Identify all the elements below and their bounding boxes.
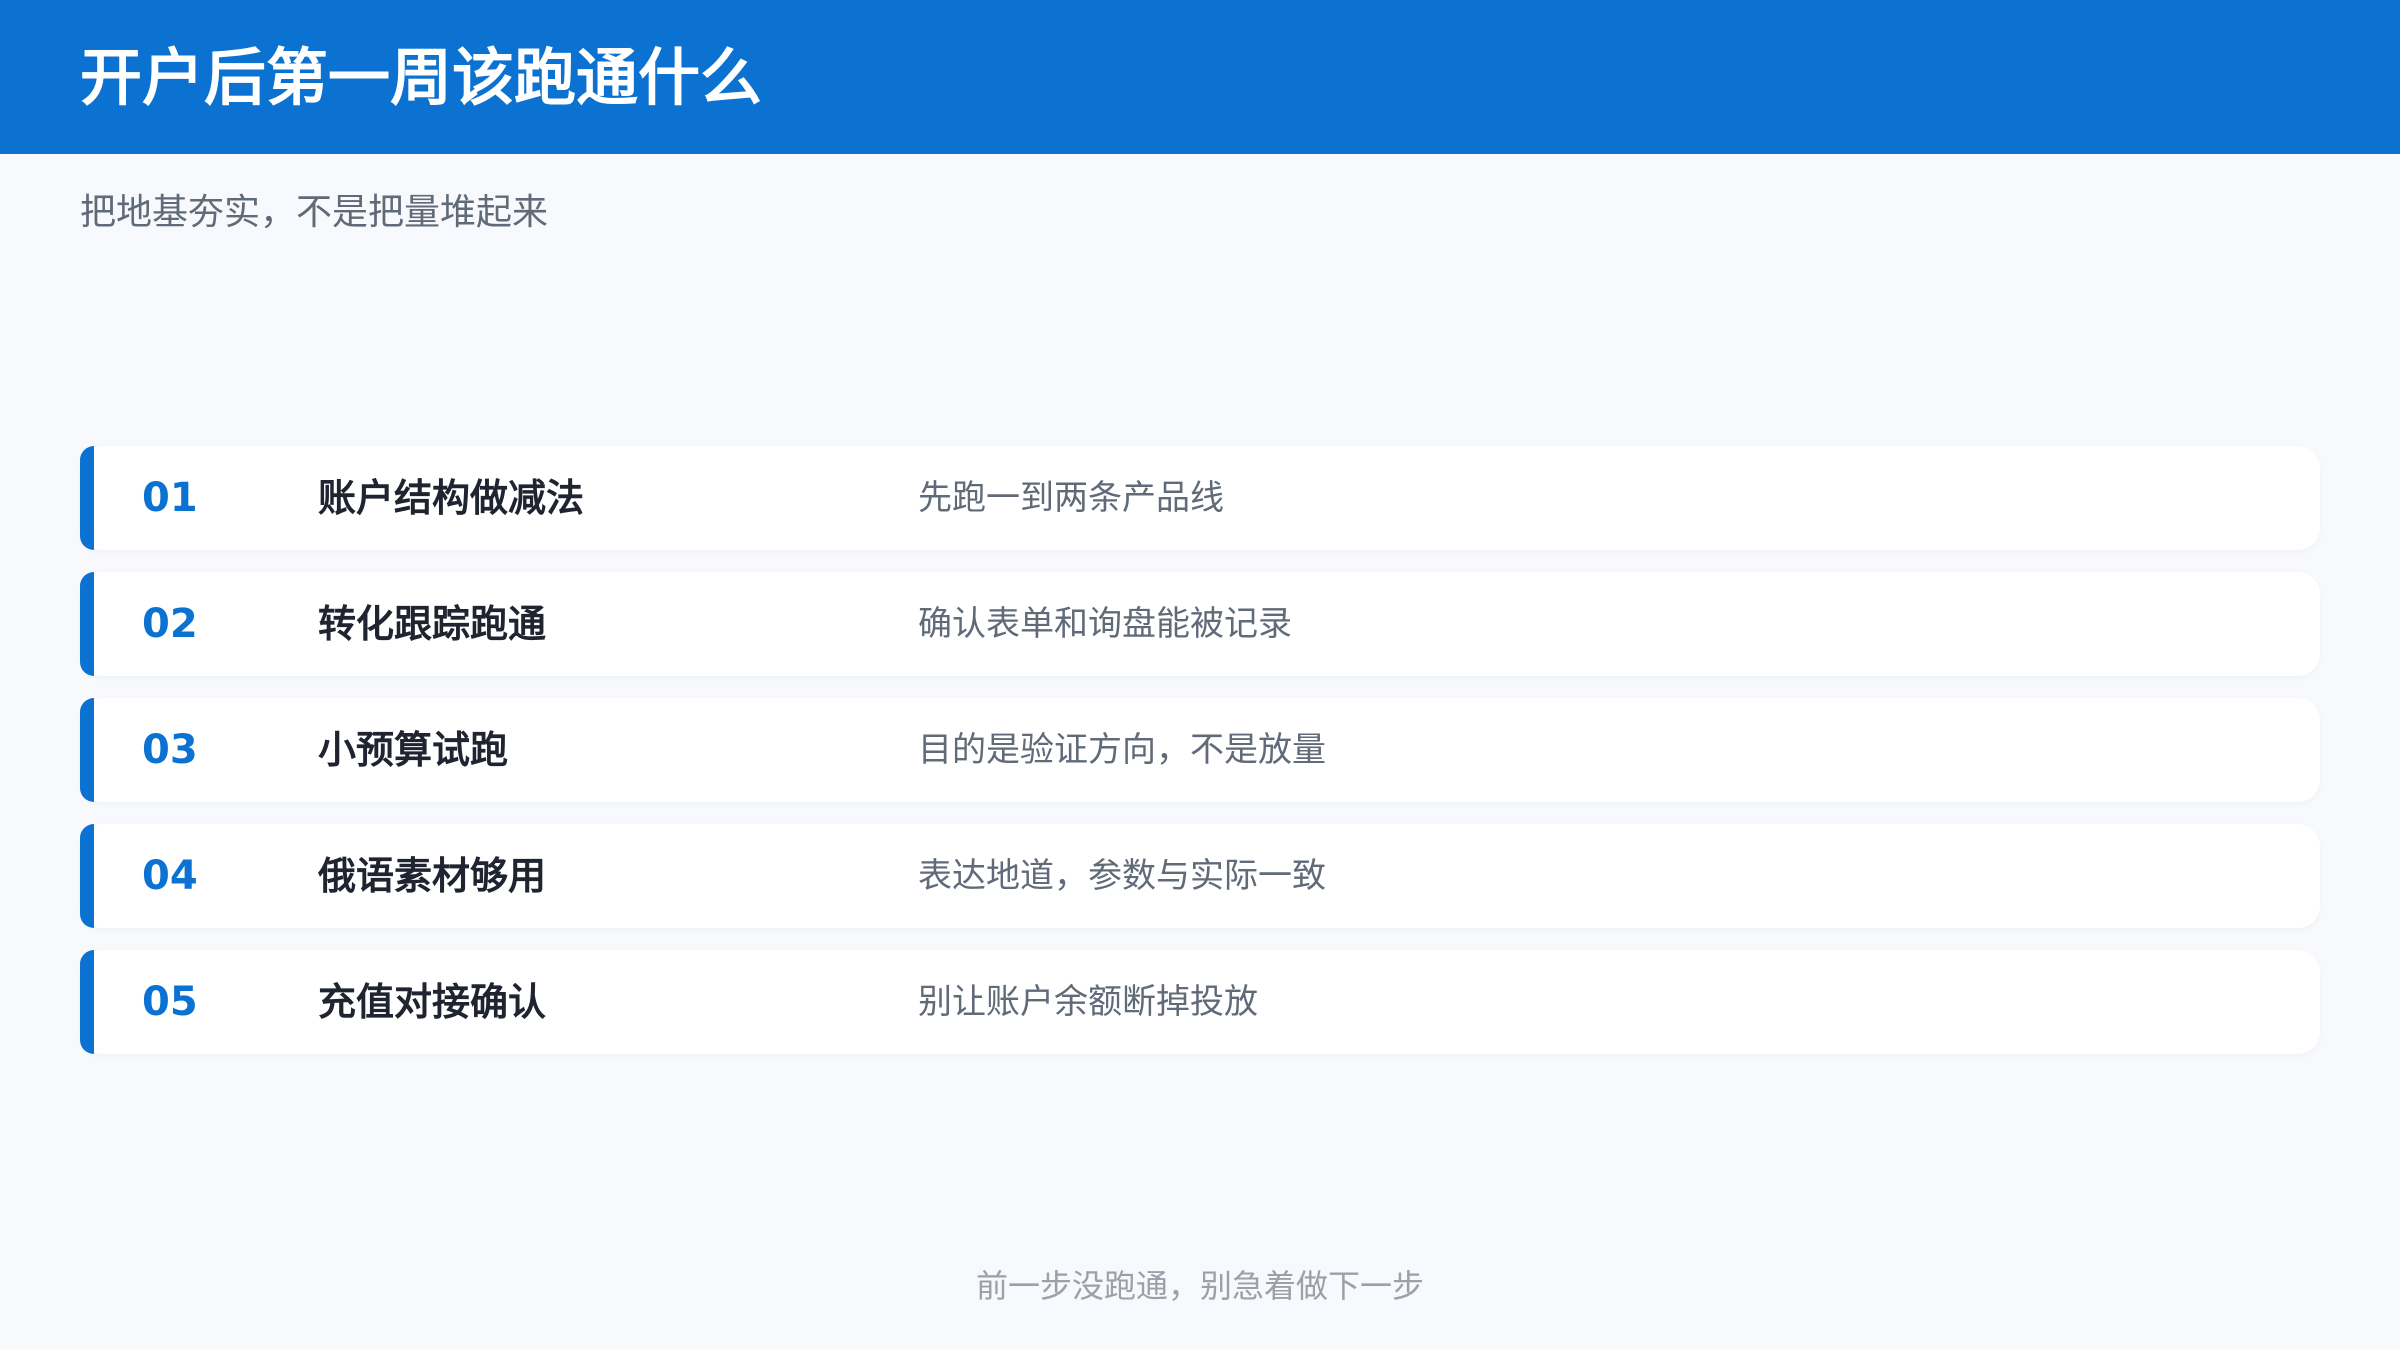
list-item: 02 转化跟踪跑通 确认表单和询盘能被记录 [80,572,2320,676]
item-number: 03 [142,727,198,773]
item-title: 充值对接确认 [318,980,547,1024]
header-bar: 开户后第一周该跑通什么 [0,0,2400,154]
item-description: 别让账户余额断掉投放 [918,982,1258,1022]
list-item: 03 小预算试跑 目的是验证方向，不是放量 [80,698,2320,802]
page-subtitle: 把地基夯实，不是把量堆起来 [80,192,549,233]
item-title: 俄语素材够用 [318,854,547,898]
item-description: 表达地道，参数与实际一致 [918,856,1326,896]
item-number: 01 [142,475,198,521]
list-item: 01 账户结构做减法 先跑一到两条产品线 [80,446,2320,550]
page-title: 开户后第一周该跑通什么 [80,41,763,114]
item-title: 小预算试跑 [318,728,509,772]
item-description: 目的是验证方向，不是放量 [918,730,1326,770]
list-item: 04 俄语素材够用 表达地道，参数与实际一致 [80,824,2320,928]
item-description: 确认表单和询盘能被记录 [918,604,1292,644]
checklist: 01 账户结构做减法 先跑一到两条产品线 02 转化跟踪跑通 确认表单和询盘能被… [80,446,2320,1076]
item-number: 02 [142,601,198,647]
item-title: 转化跟踪跑通 [318,602,547,646]
item-description: 先跑一到两条产品线 [918,478,1224,518]
item-number: 05 [142,979,198,1025]
footer-note: 前一步没跑通，别急着做下一步 [975,1267,1424,1305]
item-number: 04 [142,853,198,899]
item-title: 账户结构做减法 [318,476,585,520]
list-item: 05 充值对接确认 别让账户余额断掉投放 [80,950,2320,1054]
